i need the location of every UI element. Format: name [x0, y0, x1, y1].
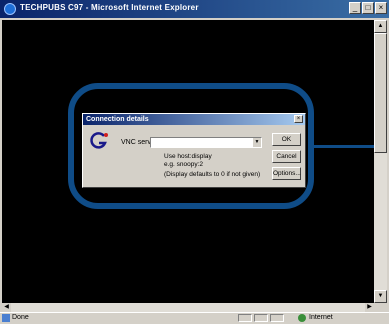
scroll-up-icon[interactable]: ▲ [374, 20, 387, 33]
dialog-close-icon[interactable]: × [294, 115, 303, 123]
vertical-scroll-thumb[interactable] [374, 33, 387, 153]
cancel-button[interactable]: Cancel [272, 150, 301, 163]
browser-window: TECHPUBS C97 - Microsoft Internet Explor… [0, 0, 389, 324]
status-cell [254, 314, 268, 322]
scroll-left-icon[interactable]: ◀ [2, 303, 11, 312]
hint-line-3: (Display defaults to 0 if not given) [164, 171, 261, 178]
hint-line-2: e.g. snoopy:2 [164, 161, 204, 168]
ok-button[interactable]: OK [272, 133, 301, 146]
scroll-down-icon[interactable]: ▼ [374, 290, 387, 303]
page-icon [2, 314, 10, 322]
zone-text: Internet [309, 314, 333, 321]
title-bar: TECHPUBS C97 - Microsoft Internet Explor… [0, 0, 389, 18]
window-controls: _ □ × [349, 2, 387, 14]
vnc-logo-icon [90, 132, 108, 149]
close-button[interactable]: × [375, 2, 387, 14]
hint-line-1: Use host:display [164, 153, 212, 160]
minimize-button[interactable]: _ [349, 2, 361, 14]
vertical-scrollbar[interactable]: ▲ ▼ [374, 20, 387, 303]
maximize-button[interactable]: □ [362, 2, 374, 14]
horizontal-scrollbar[interactable]: ◀ ▶ [2, 303, 374, 312]
options-button[interactable]: Options... [272, 167, 301, 180]
vnc-server-combobox[interactable]: ▼ [150, 137, 262, 148]
status-cell [238, 314, 252, 322]
dialog-title: Connection details [83, 114, 305, 125]
connection-details-dialog: Connection details × VNC server: ▼ Use h… [82, 113, 306, 188]
window-title: TECHPUBS C97 - Microsoft Internet Explor… [20, 3, 199, 12]
status-text: Done [12, 314, 29, 321]
internet-zone-icon [298, 314, 306, 322]
status-bar: Done Internet [0, 312, 389, 324]
annotation-pointer-line [314, 145, 374, 148]
scroll-right-icon[interactable]: ▶ [365, 303, 374, 312]
status-cell [270, 314, 284, 322]
chevron-down-icon[interactable]: ▼ [252, 138, 261, 147]
ie-logo-icon [4, 3, 16, 15]
